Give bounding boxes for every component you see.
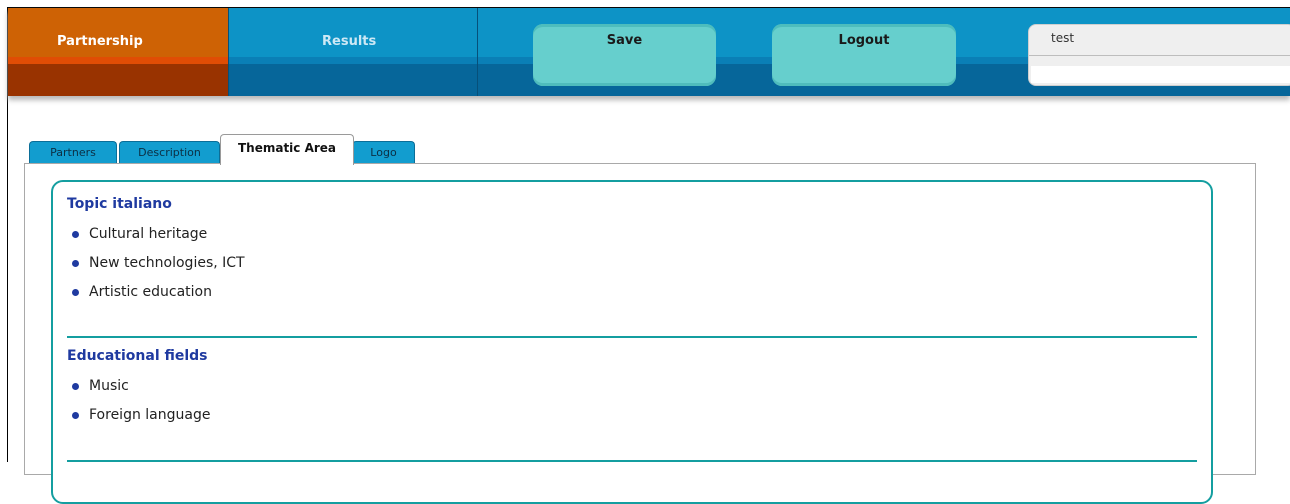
bullet-icon	[72, 412, 79, 419]
tab-logo[interactable]: Logo	[352, 141, 415, 164]
save-button-label: Save	[606, 33, 643, 48]
bullet-icon	[72, 383, 79, 390]
bullet-icon	[72, 231, 79, 238]
section-educational-fields: Educational fields Music Foreign languag…	[67, 348, 1197, 430]
list-item: Foreign language	[67, 401, 1197, 430]
section-topic-italiano: Topic italiano Cultural heritage New tec…	[67, 196, 1197, 307]
top-navigation-bar: Partnership Results Save Logout test	[8, 8, 1290, 96]
logout-button[interactable]: Logout	[772, 24, 956, 86]
list-item: Cultural heritage	[67, 220, 1197, 249]
section-title: Topic italiano	[67, 196, 172, 212]
section-divider	[67, 336, 1197, 338]
tab-partners[interactable]: Partners	[29, 141, 117, 164]
list-item: Music	[67, 372, 1197, 401]
section-title: Educational fields	[67, 348, 208, 364]
nav-divider	[477, 8, 478, 96]
user-info-box: test	[1028, 24, 1290, 86]
bullet-icon	[72, 289, 79, 296]
nav-partnership[interactable]: Partnership	[8, 8, 228, 96]
bullet-icon	[72, 260, 79, 267]
nav-results[interactable]: Results	[229, 8, 477, 96]
tab-description[interactable]: Description	[119, 141, 220, 164]
nav-partnership-label: Partnership	[57, 34, 143, 49]
user-field	[1031, 66, 1290, 83]
list-item: Artistic education	[67, 278, 1197, 307]
tab-thematic-area[interactable]: Thematic Area	[220, 134, 354, 165]
user-name: test	[1051, 31, 1075, 45]
save-button[interactable]: Save	[533, 24, 716, 86]
thematic-area-box: Topic italiano Cultural heritage New tec…	[51, 180, 1213, 504]
logout-button-label: Logout	[838, 33, 890, 48]
nav-results-label: Results	[322, 34, 377, 49]
list-item: New technologies, ICT	[67, 249, 1197, 278]
tab-content-panel: Topic italiano Cultural heritage New tec…	[24, 163, 1256, 504]
